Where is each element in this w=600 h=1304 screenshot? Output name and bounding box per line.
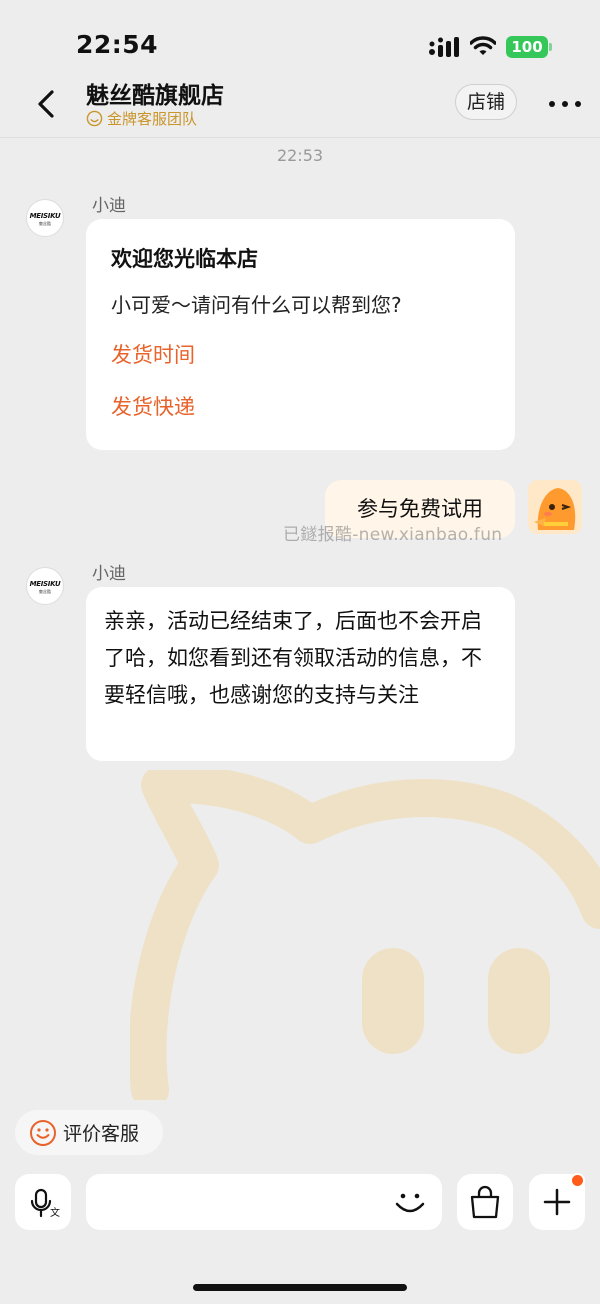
voice-input-button[interactable]: 文 xyxy=(15,1174,71,1230)
battery-tip xyxy=(549,43,552,51)
store-button[interactable]: 店铺 xyxy=(455,84,517,120)
shopping-bag-button[interactable] xyxy=(457,1174,513,1230)
svg-text:文: 文 xyxy=(50,1206,60,1219)
agent-reply-bubble: 亲亲，活动已经结束了，后面也不会开启了哈，如您看到还有领取活动的信息，不要轻信哦… xyxy=(86,587,515,761)
shop-title[interactable]: 魅丝酷旗舰店 xyxy=(86,76,224,110)
shop-subtitle: 金牌客服团队 xyxy=(86,108,197,129)
rate-service-label: 评价客服 xyxy=(63,1123,140,1145)
agent-name: 小迪 xyxy=(92,196,126,216)
wifi-icon xyxy=(470,36,496,55)
agent-avatar-brand: MEISIKU xyxy=(29,212,61,220)
agent-avatar-brand-2: MEISIKU xyxy=(29,580,61,588)
message-input[interactable] xyxy=(86,1174,442,1230)
back-icon[interactable] xyxy=(32,88,60,120)
quick-link-shipping-courier[interactable]: 发货快递 xyxy=(111,391,490,427)
more-icon[interactable] xyxy=(548,100,582,108)
welcome-message-bubble: 欢迎您光临本店 小可爱～请问有什么可以帮到您? 发货时间 发货快递 xyxy=(86,219,515,450)
emoji-icon[interactable] xyxy=(390,1182,430,1222)
welcome-text: 小可爱～请问有什么可以帮到您? xyxy=(111,293,402,317)
rate-service-button[interactable]: 评价客服 xyxy=(15,1110,163,1155)
voice-translate-icon: 文 xyxy=(30,1188,60,1219)
status-time: 22:54 xyxy=(76,30,159,59)
quick-link-shipping-time[interactable]: 发货时间 xyxy=(111,339,490,375)
battery-indicator: 100 xyxy=(506,36,548,58)
user-avatar[interactable] xyxy=(528,480,582,534)
agent-avatar[interactable]: MEISIKU 魅丝酷 xyxy=(26,199,64,237)
input-bar: 文 xyxy=(0,1170,600,1234)
agent-name-2: 小迪 xyxy=(92,564,126,584)
agent-avatar-sub-2: 魅丝酷 xyxy=(39,589,51,594)
shopping-bag-icon xyxy=(470,1185,500,1219)
chat-header: 魅丝酷旗舰店 金牌客服团队 店铺 xyxy=(0,74,600,138)
status-bar: 22:54 100 xyxy=(0,0,600,74)
shop-subtitle-text: 金牌客服团队 xyxy=(107,110,198,128)
welcome-title: 欢迎您光临本店 xyxy=(111,247,258,271)
smile-icon xyxy=(30,1119,56,1146)
signal-icon xyxy=(429,37,459,57)
overlay-watermark-text: 已鐩报酷-new.xianbao.fun xyxy=(283,525,503,545)
notification-dot xyxy=(570,1173,585,1188)
home-indicator[interactable] xyxy=(193,1284,407,1291)
mascot-watermark-icon xyxy=(130,770,600,1100)
agent-avatar-sub: 魅丝酷 xyxy=(39,221,51,226)
chat-timestamp: 22:53 xyxy=(276,146,324,165)
smile-icon xyxy=(86,110,103,127)
header-divider xyxy=(0,137,600,138)
agent-avatar-2[interactable]: MEISIKU 魅丝酷 xyxy=(26,567,64,605)
